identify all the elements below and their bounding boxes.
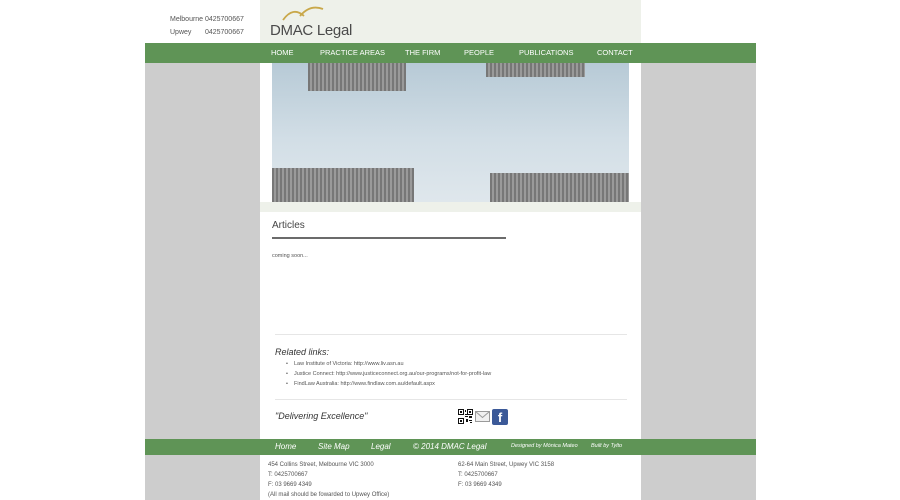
related-link-findlaw[interactable]: FindLaw Australia: http://www.findlaw.co… (286, 380, 491, 390)
footer-copyright: © 2014 DMAC Legal (413, 442, 487, 451)
hero-image (272, 63, 629, 202)
related-links-title: Related links: (275, 347, 330, 357)
nav-contact[interactable]: CONTACT (597, 48, 633, 57)
divider (275, 334, 627, 335)
footer-built-by[interactable]: Built by Tylto (591, 443, 622, 449)
nav-publications[interactable]: PUBLICATIONS (519, 48, 573, 57)
footer-designed-by[interactable]: Designed by Mónica Mateo (511, 443, 578, 449)
address-upwey: 62-64 Main Street, Upwey VIC 3158 T: 042… (458, 460, 554, 490)
nav-the-firm[interactable]: THE FIRM (405, 48, 440, 57)
facebook-icon[interactable]: f (492, 409, 508, 425)
tagline: "Delivering Excellence" (275, 411, 368, 421)
phone-melbourne: Melbourne 0425700667 (170, 13, 244, 26)
address-street: 454 Collins Street, Melbourne VIC 3000 (268, 462, 374, 468)
phone-number: 0425700667 (204, 16, 244, 23)
email-icon[interactable] (475, 410, 490, 423)
page-body: coming soon... (272, 253, 308, 259)
nav-people[interactable]: PEOPLE (464, 48, 494, 57)
site-logo[interactable]: DMAC Legal (270, 4, 370, 40)
qr-code-icon[interactable] (458, 409, 473, 424)
nav-practice-areas[interactable]: PRACTICE AREAS (320, 48, 385, 57)
footer-bar: Home Site Map Legal © 2014 DMAC Legal De… (145, 439, 756, 455)
related-link-liv[interactable]: Law Institute of Victoria: http://www.li… (286, 360, 491, 370)
title-underline (272, 237, 506, 239)
address-fax: F: 03 9669 4349 (268, 482, 312, 488)
address-street: 62-64 Main Street, Upwey VIC 3158 (458, 462, 555, 468)
logo-text: DMAC Legal (270, 22, 353, 39)
address-fax: F: 03 9669 4349 (458, 482, 502, 488)
hero-band (260, 202, 641, 212)
main-nav: HOME PRACTICE AREAS THE FIRM PEOPLE PUBL… (145, 43, 756, 63)
footer-home-link[interactable]: Home (275, 442, 296, 451)
address-phone: T: 0425700667 (268, 472, 308, 478)
phone-upwey: Upwey 0425700667 (170, 26, 244, 39)
phone-number: 0425700667 (204, 29, 244, 36)
footer-legal-link[interactable]: Legal (371, 442, 391, 451)
logo-swoosh-icon (282, 6, 324, 21)
divider (275, 399, 627, 400)
address-melbourne: 454 Collins Street, Melbourne VIC 3000 T… (268, 460, 389, 500)
phone-list: Melbourne 0425700667 Upwey 0425700667 (170, 13, 244, 39)
building (272, 168, 414, 202)
building (486, 63, 585, 77)
footer-site-map-link[interactable]: Site Map (318, 442, 350, 451)
address-phone: T: 0425700667 (458, 472, 498, 478)
nav-home[interactable]: HOME (271, 48, 294, 57)
phone-city: Upwey (170, 29, 192, 36)
page-title: Articles (272, 220, 305, 231)
building (308, 63, 406, 91)
phone-city: Melbourne (170, 16, 204, 23)
related-link-justice-connect[interactable]: Justice Connect: http://www.justiceconne… (286, 370, 491, 380)
related-links-list: Law Institute of Victoria: http://www.li… (286, 360, 491, 389)
address-note: (All mail should be fowarded to Upwey Of… (268, 492, 390, 498)
building (490, 173, 629, 202)
